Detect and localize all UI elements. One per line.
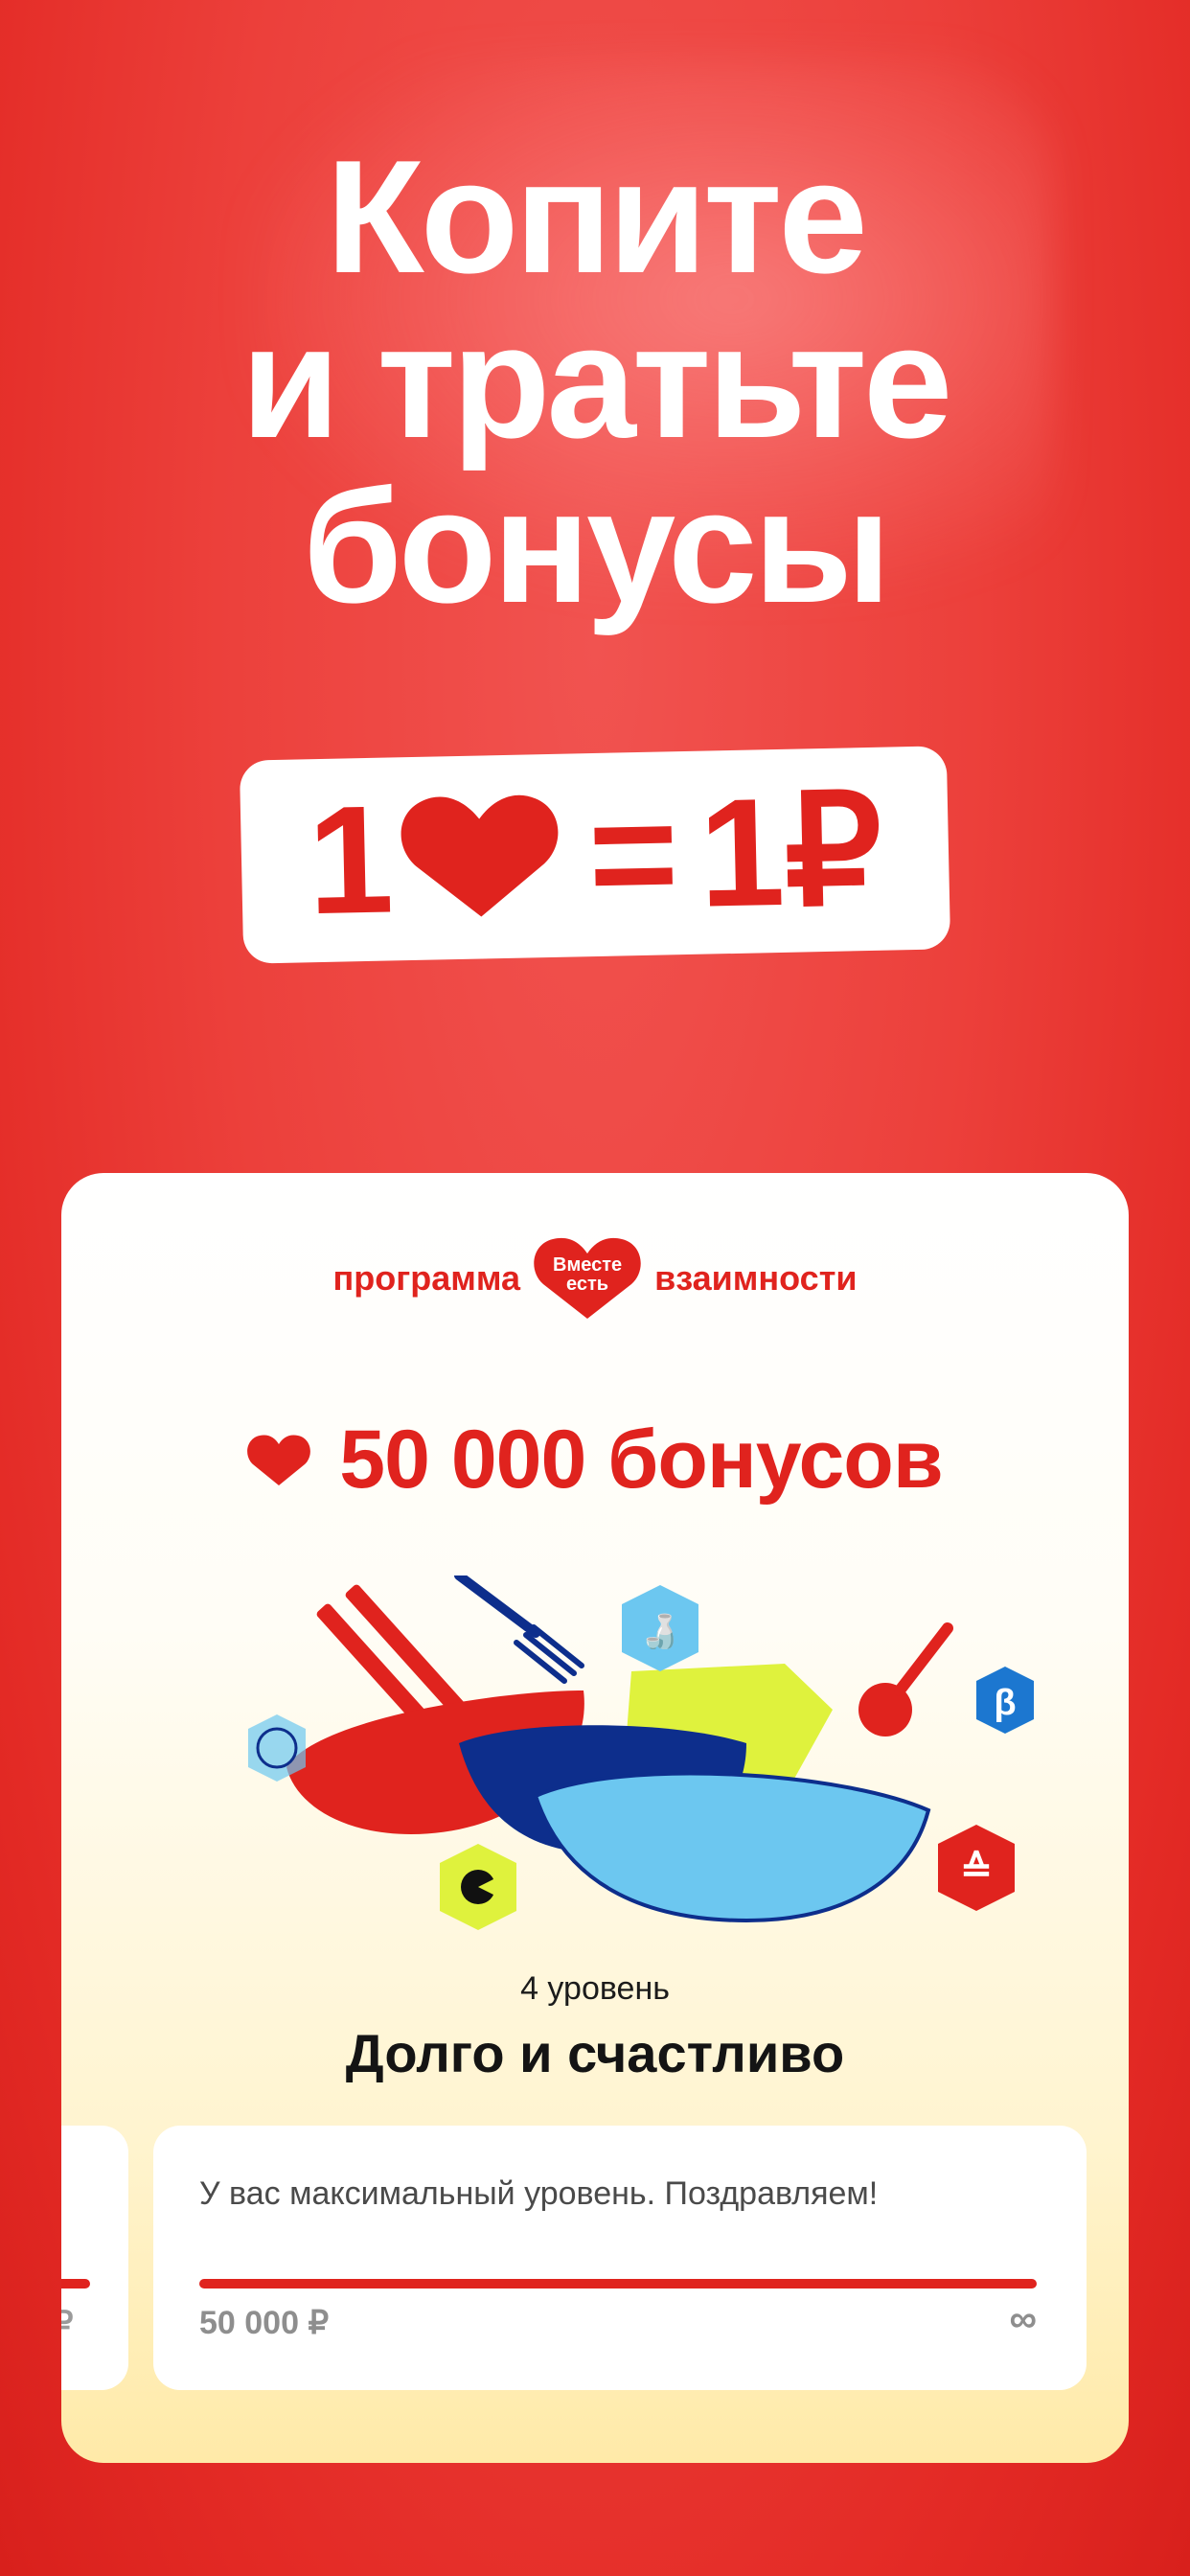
program-logo: программа Вместе есть взаимности bbox=[61, 1236, 1129, 1321]
svg-text:≙: ≙ bbox=[960, 1849, 993, 1891]
rate-equals: = bbox=[586, 767, 680, 941]
previous-level-card[interactable]: ₽ bbox=[61, 2126, 128, 2390]
bonus-balance: 50 000 бонусов bbox=[61, 1413, 1129, 1507]
logo-text-top: Вместе bbox=[553, 1254, 623, 1276]
current-level-card[interactable]: У вас максимальный уровень. Поздравляем!… bbox=[153, 2126, 1087, 2390]
heart-icon bbox=[247, 1434, 311, 1485]
logo-text-bottom: есть bbox=[566, 1274, 609, 1295]
headline-line-2: и тратьте bbox=[240, 291, 953, 472]
level-threshold-to: ∞ bbox=[1009, 2298, 1037, 2340]
headline: Копите и тратьте бонусы bbox=[0, 134, 1190, 629]
bonus-amount: 50 000 бонусов bbox=[339, 1414, 943, 1506]
heart-icon bbox=[401, 794, 559, 917]
level-name: Долго и счастливо bbox=[345, 2023, 845, 2083]
level-number: 4 уровень bbox=[520, 1970, 670, 2007]
rate-left: 1 bbox=[306, 772, 396, 947]
level-progress-bar bbox=[199, 2279, 1037, 2288]
rate-right: 1₽ bbox=[697, 763, 884, 939]
svg-text:β: β bbox=[994, 1683, 1016, 1723]
level-message: У вас максимальный уровень. Поздравляем! bbox=[199, 2175, 879, 2212]
previous-progress-bar bbox=[61, 2279, 90, 2288]
level-threshold-from: 50 000 ₽ bbox=[199, 2305, 330, 2341]
program-prefix: программа bbox=[332, 1258, 521, 1298]
previous-level-value: ₽ bbox=[61, 2305, 74, 2339]
headline-line-3: бонусы bbox=[302, 456, 891, 636]
vmeste-est-logo: Вместе есть bbox=[534, 1236, 641, 1321]
dishes-illustration: 🍶 β ≙ bbox=[248, 1576, 1034, 1930]
svg-text:🍶: 🍶 bbox=[640, 1613, 680, 1650]
program-suffix: взаимности bbox=[654, 1258, 858, 1298]
headline-line-1: Копите bbox=[326, 126, 868, 307]
loyalty-card: программа Вместе есть взаимности 50 000 … bbox=[61, 1173, 1129, 2463]
bonus-rate-badge: 1 = 1₽ bbox=[239, 746, 951, 964]
